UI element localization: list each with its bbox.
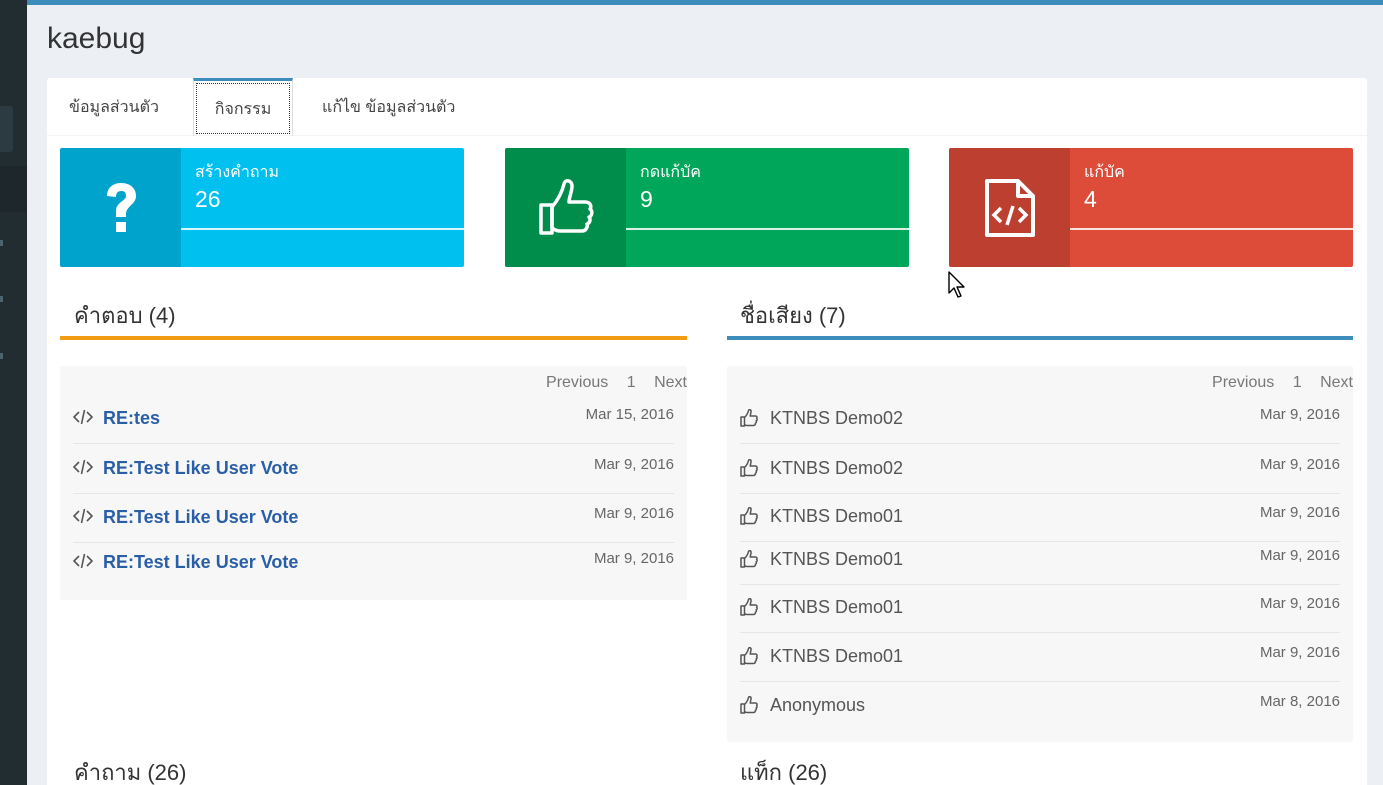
reputation-user: KTNBS Demo02 [770, 408, 904, 428]
list-item: KTNBS Demo02 Mar 9, 2016 [740, 445, 1340, 494]
answer-link[interactable]: RE:Test Like User Vote [103, 458, 298, 479]
thumbs-up-icon [740, 549, 762, 568]
item-date: Mar 9, 2016 [1259, 406, 1340, 423]
answer-link[interactable]: RE:tes [103, 408, 160, 429]
pager-next[interactable]: Next [1320, 374, 1353, 391]
tab-activity[interactable]: กิจกรรม [193, 78, 293, 136]
answers-list: Previous 1 Next RE:tes Mar 15, 2016 RE:Tes… [60, 366, 687, 600]
pager-next[interactable]: Next [654, 374, 687, 391]
thumbs-up-icon [740, 597, 762, 616]
thumbs-up-icon [740, 458, 762, 477]
tab-bar: ข้อมูลส่วนตัว กิจกรรม แก้ไข ข้อมูลส่วนตั… [47, 78, 1367, 136]
reputation-user: KTNBS Demo01 [770, 549, 904, 569]
list-item: Anonymous Mar 8, 2016 [740, 682, 1340, 731]
reputation-accent-line [727, 336, 1353, 340]
stat-progress-bar [1070, 228, 1353, 230]
item-date: Mar 9, 2016 [1259, 547, 1340, 564]
code-icon [72, 459, 95, 477]
reputation-user: KTNBS Demo01 [770, 646, 904, 666]
reputation-user: KTNBS Demo01 [770, 597, 904, 617]
stat-box-bug-fixes: แก้บัค 4 [949, 148, 1353, 267]
page-title: kaebug [47, 22, 146, 55]
stat-value: 4 [1084, 186, 1097, 212]
pager-previous[interactable]: Previous [546, 374, 608, 391]
profile-panel: ข้อมูลส่วนตัว กิจกรรม แก้ไข ข้อมูลส่วนตั… [47, 78, 1367, 785]
thumbs-up-icon [740, 695, 762, 714]
code-icon [72, 508, 95, 526]
sidebar-dot-icon[interactable] [0, 240, 3, 246]
thumbs-up-icon [740, 646, 762, 665]
reputation-list: Previous 1 Next KTNBS Demo02 Mar 9, 2016 K… [727, 366, 1353, 742]
stat-box-bug-votes: กดแก้บัค 9 [505, 148, 909, 267]
item-date: Mar 8, 2016 [1259, 693, 1340, 710]
item-date: Mar 9, 2016 [1259, 595, 1340, 612]
sidebar-item-active[interactable] [0, 166, 27, 212]
reputation-user: Anonymous [770, 695, 866, 715]
thumbs-up-icon [740, 506, 762, 525]
list-item: RE:Test Like User Vote Mar 9, 2016 [72, 494, 674, 543]
sidebar-item-collapsed[interactable] [0, 106, 13, 152]
pager-page[interactable]: 1 [1293, 374, 1302, 391]
item-date: Mar 9, 2016 [593, 505, 674, 522]
stat-value: 26 [195, 186, 221, 212]
stat-progress-bar [181, 228, 464, 230]
reputation-title: ชื่อเสียง (7) [740, 303, 846, 328]
pager-page[interactable]: 1 [627, 374, 636, 391]
answer-link[interactable]: RE:Test Like User Vote [103, 552, 298, 573]
answers-accent-line [60, 336, 687, 340]
questions-title: คำถาม (26) [74, 760, 187, 785]
list-item: RE:Test Like User Vote Mar 9, 2016 [72, 445, 674, 494]
item-date: Mar 15, 2016 [585, 406, 674, 423]
list-item: KTNBS Demo01 Mar 9, 2016 [740, 584, 1340, 633]
pager-previous[interactable]: Previous [1212, 374, 1274, 391]
sidebar-dot-icon[interactable] [0, 296, 3, 302]
answers-pager: Previous 1 Next [532, 374, 687, 392]
code-icon [72, 409, 95, 427]
reputation-user: KTNBS Demo02 [770, 458, 904, 478]
item-date: Mar 9, 2016 [593, 550, 674, 567]
item-date: Mar 9, 2016 [593, 456, 674, 473]
answer-link[interactable]: RE:Test Like User Vote [103, 507, 298, 528]
list-item: RE:Test Like User Vote Mar 9, 2016 [72, 539, 674, 588]
list-item: KTNBS Demo01 Mar 9, 2016 [740, 536, 1340, 585]
code-icon [72, 553, 95, 571]
reputation-pager: Previous 1 Next [1198, 374, 1353, 392]
item-date: Mar 9, 2016 [1259, 644, 1340, 661]
answers-title: คำตอบ (4) [74, 303, 176, 328]
top-bar [0, 0, 1383, 5]
stat-label: แก้บัค [1084, 164, 1125, 181]
item-date: Mar 9, 2016 [1259, 456, 1340, 473]
list-item: KTNBS Demo01 Mar 9, 2016 [740, 493, 1340, 542]
stat-label: สร้างคำถาม [195, 164, 280, 181]
mouse-cursor-icon [948, 271, 965, 298]
stat-icon-wrap [505, 148, 626, 267]
stat-progress-bar [626, 228, 909, 230]
sidebar-dot-icon[interactable] [0, 353, 3, 359]
tab-focus-ring [196, 83, 290, 134]
code-file-icon [984, 178, 1035, 237]
tab-profile[interactable]: ข้อมูลส่วนตัว [69, 78, 159, 136]
stat-label: กดแก้บัค [640, 164, 701, 181]
list-item: KTNBS Demo02 Mar 9, 2016 [740, 395, 1340, 444]
question-icon [106, 182, 136, 232]
thumbs-up-icon [740, 408, 762, 427]
list-item: KTNBS Demo01 Mar 9, 2016 [740, 633, 1340, 682]
stat-box-questions: สร้างคำถาม 26 [60, 148, 464, 267]
stat-icon-wrap [949, 148, 1070, 267]
item-date: Mar 9, 2016 [1259, 504, 1340, 521]
thumbs-up-icon [538, 178, 594, 235]
tab-edit-profile[interactable]: แก้ไข ข้อมูลส่วนตัว [322, 78, 455, 136]
list-item: RE:tes Mar 15, 2016 [72, 395, 674, 444]
tags-title: แท็ก (26) [740, 760, 828, 785]
stat-icon-wrap [60, 148, 181, 267]
reputation-user: KTNBS Demo01 [770, 506, 904, 526]
sidebar [0, 0, 27, 785]
stat-value: 9 [640, 186, 653, 212]
